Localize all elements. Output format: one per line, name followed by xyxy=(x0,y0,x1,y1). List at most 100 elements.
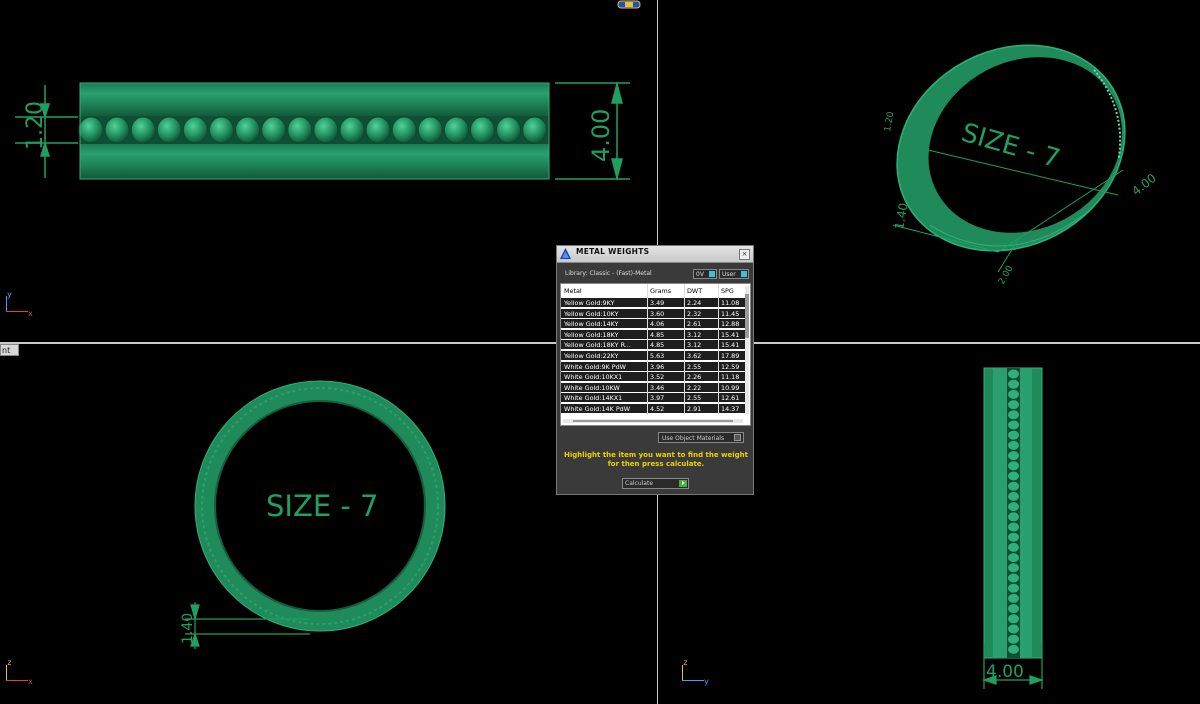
checkbox-icon xyxy=(734,434,741,441)
cell-spg: 17.89 xyxy=(721,352,740,360)
vertical-scrollbar[interactable] xyxy=(745,286,749,414)
bead xyxy=(130,116,156,144)
cell-grams: 3.96 xyxy=(650,362,665,371)
dim-label-4-00-persp: 4.00 xyxy=(1129,171,1159,198)
bead xyxy=(1007,388,1020,400)
cell-grams: 5.63 xyxy=(650,352,665,360)
cell-grams: 4.06 xyxy=(650,320,665,329)
cell-dwt: 3.62 xyxy=(687,352,702,360)
bead xyxy=(104,116,130,144)
bead xyxy=(1007,378,1020,390)
bead xyxy=(1007,521,1020,533)
cell-dwt: 2.24 xyxy=(687,299,702,307)
toggle-user-label: User xyxy=(722,271,736,278)
bead xyxy=(443,116,469,144)
toggle-user-button[interactable]: User xyxy=(719,269,749,279)
column-separator xyxy=(684,284,685,415)
column-separator xyxy=(718,284,719,415)
dim-label-1-20-persp: 1.20 xyxy=(883,111,896,133)
dim-label-4-00: 4.00 xyxy=(587,109,615,162)
metal-weights-dialog[interactable]: METAL WEIGHTS × Library: Classic - (Fast… xyxy=(556,245,754,495)
calculate-button[interactable]: Calculate xyxy=(622,478,689,489)
bead xyxy=(417,116,443,144)
bead xyxy=(156,116,182,144)
bead xyxy=(1007,460,1020,472)
bead xyxy=(1007,623,1020,635)
viewport-name-tab[interactable]: nt xyxy=(0,344,19,356)
cell-grams: 3.60 xyxy=(650,309,665,318)
cell-dwt: 3.12 xyxy=(687,330,702,339)
dialog-title-bar[interactable]: METAL WEIGHTS × xyxy=(557,246,753,263)
cell-spg: 14.37 xyxy=(721,405,740,413)
instruction-line-2: for then press calculate. xyxy=(607,460,705,468)
bead xyxy=(1007,368,1020,380)
dim-label-1-40-front: 1.40 xyxy=(180,613,196,644)
axis-z-label: z xyxy=(683,658,688,667)
dim-label-1-20: 1.20 xyxy=(23,101,48,150)
cell-spg: 11.08 xyxy=(721,299,740,307)
bead xyxy=(1007,613,1020,625)
cell-metal: Yellow Gold:18KY xyxy=(564,330,619,339)
cell-metal: Yellow Gold:10KY xyxy=(564,309,619,318)
cell-spg: 12.59 xyxy=(721,362,740,371)
axis-y-label: y xyxy=(704,677,709,686)
bead xyxy=(182,116,208,144)
column-header-dwt[interactable]: DWT xyxy=(687,284,719,298)
bead xyxy=(1007,603,1020,615)
cell-grams: 4.85 xyxy=(650,330,665,339)
bead xyxy=(1007,541,1020,553)
toggle-0v-button[interactable]: 0V xyxy=(693,269,717,279)
cell-metal: White Gold:9K PdW xyxy=(564,362,626,371)
toggle-0v-label: 0V xyxy=(696,271,704,278)
metal-weights-table[interactable]: Metal Grams DWT SPG Yellow Gold:9KY 3.49 2… xyxy=(560,283,751,426)
column-header-metal[interactable]: Metal xyxy=(564,284,646,298)
bead xyxy=(313,116,339,144)
cell-metal: Yellow Gold:9KY xyxy=(564,299,615,307)
close-icon[interactable]: × xyxy=(739,249,750,260)
use-object-materials-label: Use Object Materials xyxy=(662,435,725,442)
column-header-spg[interactable]: SPG xyxy=(721,284,747,298)
instruction-text: Highlight the item you want to find the … xyxy=(561,451,751,469)
use-object-materials-toggle[interactable]: Use Object Materials xyxy=(658,432,744,443)
dim-label-2-00-persp: 2.00 xyxy=(997,264,1016,287)
camera-target-icon[interactable] xyxy=(617,0,641,9)
size-label-front: SIZE - 7 xyxy=(266,489,379,523)
axis-z-label: z xyxy=(7,658,12,667)
cell-grams: 4.85 xyxy=(650,341,665,350)
cell-metal: Yellow Gold:14KY xyxy=(564,320,619,329)
cell-metal: White Gold:10KW xyxy=(564,383,620,392)
bead xyxy=(1007,501,1020,513)
cell-spg: 10.99 xyxy=(721,383,740,392)
scrollbar-thumb[interactable] xyxy=(745,294,749,338)
cell-dwt: 2.55 xyxy=(687,394,702,403)
bead xyxy=(1007,562,1020,574)
scrollbar-thumb[interactable] xyxy=(573,420,733,422)
play-arrow-icon xyxy=(679,480,687,487)
dim-label-1-40-persp: 1.40 xyxy=(892,202,910,231)
cell-dwt: 2.26 xyxy=(687,373,702,382)
cell-dwt: 2.55 xyxy=(687,362,702,371)
bead xyxy=(1007,592,1020,604)
library-label: Library: Classic - (Fast)-Metal xyxy=(565,270,652,277)
dialog-title: METAL WEIGHTS xyxy=(576,247,650,256)
toggle-indicator-icon xyxy=(709,271,715,277)
cell-spg: 12.88 xyxy=(721,320,740,329)
bead xyxy=(496,116,522,144)
bead xyxy=(1007,429,1020,441)
column-separator xyxy=(647,284,648,415)
bead xyxy=(235,116,261,144)
bead xyxy=(1007,419,1020,431)
column-header-grams[interactable]: Grams xyxy=(650,284,682,298)
dim-label-4-00-profile: 4.00 xyxy=(986,662,1024,682)
cell-grams: 3.52 xyxy=(650,373,665,382)
cell-metal: Yellow Gold:18KY R... xyxy=(564,341,631,350)
bead xyxy=(1007,490,1020,502)
cell-spg: 11.45 xyxy=(721,309,740,318)
bead xyxy=(1007,480,1020,492)
bead xyxy=(209,116,234,144)
horizontal-scrollbar[interactable] xyxy=(563,419,743,423)
cell-grams: 3.49 xyxy=(650,299,665,307)
bead xyxy=(522,116,548,144)
bead xyxy=(261,116,287,144)
bead xyxy=(1007,511,1020,523)
